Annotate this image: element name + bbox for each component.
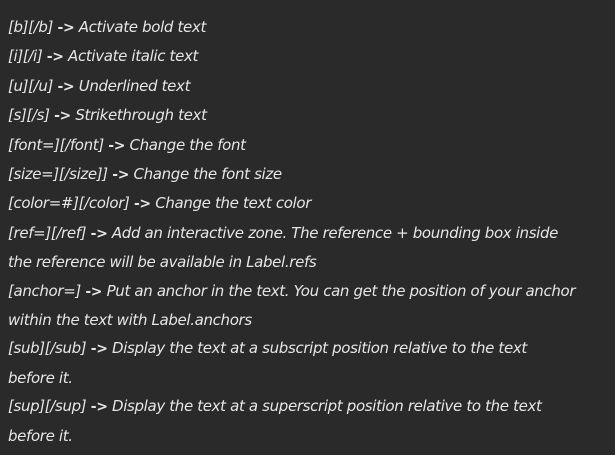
description-text: Activate bold text: [78, 18, 207, 36]
text-line: [i][/i] -> Activate italic text: [8, 42, 607, 71]
tag-text: [i][/i]: [8, 47, 43, 66]
arrow-text: ->: [85, 283, 103, 300]
markup-reference-text: [b][/b] -> Activate bold text [i][/i] ->…: [0, 0, 615, 455]
text-line-continuation: the reference will be available in Label…: [8, 253, 317, 272]
tag-text: [font=][/font]: [8, 135, 104, 154]
tag-text: [s][/s]: [8, 106, 50, 125]
tag-text: [ref=][/ref]: [8, 223, 87, 242]
tag-text: [sub][/sub]: [8, 339, 87, 358]
text-line: [anchor=] -> Put an anchor in the text. …: [8, 277, 607, 306]
arrow-text: ->: [57, 78, 75, 95]
tag-text: [color=#][/color]: [8, 194, 130, 213]
text-line: [sub][/sub] -> Display the text at a sub…: [8, 334, 607, 363]
description-text: Strikethrough text: [75, 106, 207, 125]
tag-text: [size=][/size]]: [8, 165, 108, 184]
text-line: [color=#][/color] -> Change the text col…: [8, 189, 607, 218]
text-line: [size=][/size]] -> Change the font size: [8, 160, 607, 189]
arrow-text: ->: [90, 225, 108, 242]
tag-text: [u][/u]: [8, 76, 54, 95]
description-text: Change the font size: [133, 165, 283, 184]
description-text: Underlined text: [78, 76, 191, 95]
tag-text: [b][/b]: [8, 18, 54, 36]
text-line: [s][/s] -> Strikethrough text: [8, 101, 607, 130]
description-text: Change the font: [129, 135, 247, 154]
arrow-text: ->: [90, 399, 108, 416]
arrow-text: ->: [133, 196, 151, 213]
arrow-text: ->: [54, 108, 71, 125]
text-line: [sup][/sup] -> Display the text at a sup…: [8, 392, 607, 421]
arrow-text: ->: [112, 167, 130, 184]
text-line-continuation: before it.: [8, 368, 73, 387]
arrow-text: ->: [108, 137, 126, 154]
text-line: [u][/u] -> Underlined text: [8, 72, 607, 101]
tag-text: [sup][/sup]: [8, 397, 87, 416]
text-line: [b][/b] -> Activate bold text: [8, 13, 607, 42]
text-line: [font=][/font] -> Change the font: [8, 131, 607, 160]
arrow-text: ->: [46, 49, 64, 66]
tag-text: [anchor=]: [8, 281, 81, 300]
text-line-continuation: within the text with Label.anchors: [8, 311, 252, 330]
arrow-text: ->: [90, 341, 108, 358]
text-line: [ref=][/ref] -> Add an interactive zone.…: [8, 219, 607, 248]
description-text: Display the text at a superscript positi…: [112, 397, 542, 416]
description-text: Activate italic text: [68, 47, 199, 66]
description-text: Change the text color: [155, 194, 312, 213]
text-line-continuation: before it.: [8, 426, 73, 445]
description-text: Display the text at a subscript position…: [112, 339, 527, 358]
description-text: Add an interactive zone. The reference +…: [111, 223, 559, 242]
description-text: Put an anchor in the text. You can get t…: [106, 281, 576, 300]
arrow-text: ->: [57, 20, 75, 36]
